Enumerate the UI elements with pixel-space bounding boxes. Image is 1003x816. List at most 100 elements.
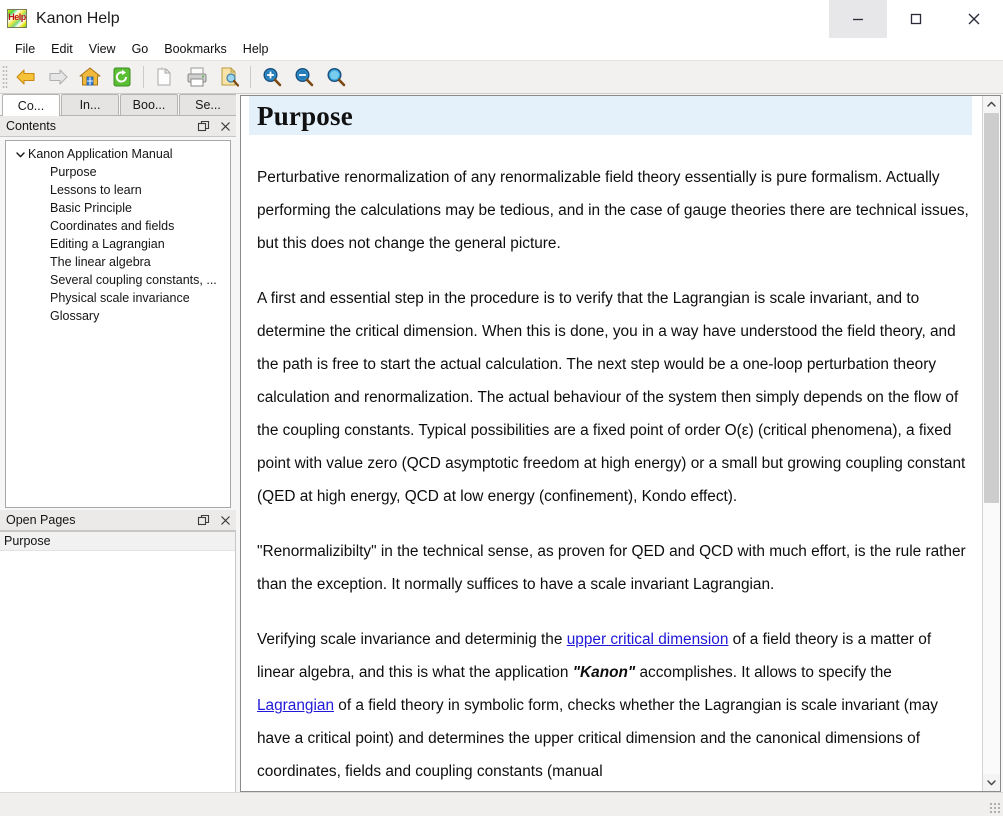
arrow-left-icon xyxy=(14,65,38,89)
scrollbar-thumb[interactable] xyxy=(984,113,999,503)
open-pages-close-button[interactable] xyxy=(214,510,236,530)
forward-button[interactable] xyxy=(42,62,74,92)
home-button[interactable] xyxy=(74,62,106,92)
copy-pages-icon xyxy=(153,65,177,89)
tree-item-label: Basic Principle xyxy=(50,201,132,215)
tree-item-label: The linear algebra xyxy=(50,255,151,269)
main-body: Co... In... Boo... Se... Contents xyxy=(0,94,1003,792)
sidebar-tab-bar: Co... In... Boo... Se... xyxy=(0,94,236,116)
tree-item-label: Kanon Application Manual xyxy=(28,147,173,161)
print-button[interactable] xyxy=(181,62,213,92)
tree-item-label: Several coupling constants, ... xyxy=(50,273,217,287)
tree-item-coordinates-and-fields[interactable]: Coordinates and fields xyxy=(6,217,230,235)
chevron-down-icon[interactable] xyxy=(12,146,28,162)
link-upper-critical-dimension[interactable]: upper critical dimension xyxy=(567,631,729,648)
contents-panel-title: Contents xyxy=(6,119,192,133)
magnifier-minus-icon xyxy=(292,65,316,89)
arrow-right-icon xyxy=(46,65,70,89)
tab-index[interactable]: In... xyxy=(61,94,119,115)
chevron-down-icon xyxy=(986,777,997,788)
minimize-button[interactable] xyxy=(829,0,887,38)
menu-view[interactable]: View xyxy=(81,40,124,58)
chevron-up-icon xyxy=(986,99,997,110)
tree-item-the-linear-algebra[interactable]: The linear algebra xyxy=(6,253,230,271)
paragraph-text: of a field theory in symbolic form, chec… xyxy=(257,697,938,780)
sidebar: Co... In... Boo... Se... Contents xyxy=(0,94,236,792)
tab-contents[interactable]: Co... xyxy=(2,94,60,116)
tree-item-several-coupling-constants[interactable]: Several coupling constants, ... xyxy=(6,271,230,289)
paragraph-3: "Renormalizibilty" in the technical sens… xyxy=(249,535,972,601)
contents-tree[interactable]: Kanon Application Manual Purpose Lessons… xyxy=(5,140,231,508)
scroll-up-button[interactable] xyxy=(983,96,1000,113)
paragraph-text: Verifying scale invariance and determini… xyxy=(257,631,567,648)
tree-item-label: Lessons to learn xyxy=(50,183,142,197)
tab-bookmarks[interactable]: Boo... xyxy=(120,94,178,115)
zoom-out-button[interactable] xyxy=(288,62,320,92)
paragraph-2: A first and essential step in the proced… xyxy=(249,282,972,513)
float-panel-icon xyxy=(197,120,210,133)
menu-help[interactable]: Help xyxy=(235,40,277,58)
copy-button[interactable] xyxy=(149,62,181,92)
tree-item-root[interactable]: Kanon Application Manual xyxy=(6,145,230,163)
toolbar-grip[interactable] xyxy=(2,65,8,89)
open-page-label: Purpose xyxy=(4,534,51,548)
magnifier-icon xyxy=(324,65,348,89)
menu-edit[interactable]: Edit xyxy=(43,40,81,58)
tree-item-basic-principle[interactable]: Basic Principle xyxy=(6,199,230,217)
close-button[interactable] xyxy=(945,0,1003,38)
resize-grip-icon[interactable] xyxy=(989,802,1001,814)
tree-item-label: Editing a Lagrangian xyxy=(50,237,165,251)
emphasis-kanon: "Kanon" xyxy=(573,664,635,681)
open-pages-list[interactable]: Purpose xyxy=(0,531,236,792)
paragraph-1: Perturbative renormalization of any reno… xyxy=(249,161,972,260)
tree-item-label: Coordinates and fields xyxy=(50,219,174,233)
window-title: Kanon Help xyxy=(36,10,120,28)
open-pages-panel: Open Pages xyxy=(0,510,236,792)
contents-close-button[interactable] xyxy=(214,116,236,136)
open-pages-float-button[interactable] xyxy=(192,510,214,530)
contents-panel-header: Contents xyxy=(0,116,236,137)
menu-file[interactable]: File xyxy=(7,40,43,58)
tree-item-label: Purpose xyxy=(50,165,97,179)
tree-item-purpose[interactable]: Purpose xyxy=(6,163,230,181)
tab-search[interactable]: Se... xyxy=(179,94,237,115)
scroll-down-button[interactable] xyxy=(983,774,1000,791)
back-button[interactable] xyxy=(10,62,42,92)
minimize-icon xyxy=(850,11,866,27)
document-viewport: Purpose Perturbative renormalization of … xyxy=(241,96,982,791)
tree-item-label: Physical scale invariance xyxy=(50,291,190,305)
print-preview-icon xyxy=(217,65,241,89)
document-area: Purpose Perturbative renormalization of … xyxy=(240,94,1003,792)
window-controls xyxy=(829,0,1003,38)
paragraph-text: A first and essential step in the proced… xyxy=(257,290,965,505)
tree-item-lessons-to-learn[interactable]: Lessons to learn xyxy=(6,181,230,199)
zoom-in-button[interactable] xyxy=(256,62,288,92)
tree-item-editing-a-lagrangian[interactable]: Editing a Lagrangian xyxy=(6,235,230,253)
paragraph-text: Perturbative renormalization of any reno… xyxy=(257,169,969,252)
scrollbar-track[interactable] xyxy=(983,113,1000,774)
list-item[interactable]: Purpose xyxy=(0,532,235,551)
document-scrollbar[interactable] xyxy=(982,96,1000,791)
maximize-button[interactable] xyxy=(887,0,945,38)
contents-tree-list: Kanon Application Manual Purpose Lessons… xyxy=(6,141,230,325)
printer-icon xyxy=(185,65,209,89)
help-icon: Help xyxy=(7,9,27,28)
help-window: Help Kanon Help File Ed xyxy=(0,0,1003,816)
tree-item-glossary[interactable]: Glossary xyxy=(6,307,230,325)
tree-item-label: Glossary xyxy=(50,309,99,323)
menu-bookmarks[interactable]: Bookmarks xyxy=(156,40,235,58)
maximize-icon xyxy=(908,11,924,27)
close-icon xyxy=(219,514,232,527)
reload-button[interactable] xyxy=(106,62,138,92)
title-bar: Help Kanon Help xyxy=(0,0,1003,38)
link-lagrangian[interactable]: Lagrangian xyxy=(257,697,334,714)
close-icon xyxy=(965,10,983,28)
contents-float-button[interactable] xyxy=(192,116,214,136)
tree-item-physical-scale-invariance[interactable]: Physical scale invariance xyxy=(6,289,230,307)
tool-bar xyxy=(0,60,1003,94)
menu-go[interactable]: Go xyxy=(124,40,157,58)
home-icon xyxy=(78,65,102,89)
refresh-icon xyxy=(110,65,134,89)
print-preview-button[interactable] xyxy=(213,62,245,92)
zoom-reset-button[interactable] xyxy=(320,62,352,92)
